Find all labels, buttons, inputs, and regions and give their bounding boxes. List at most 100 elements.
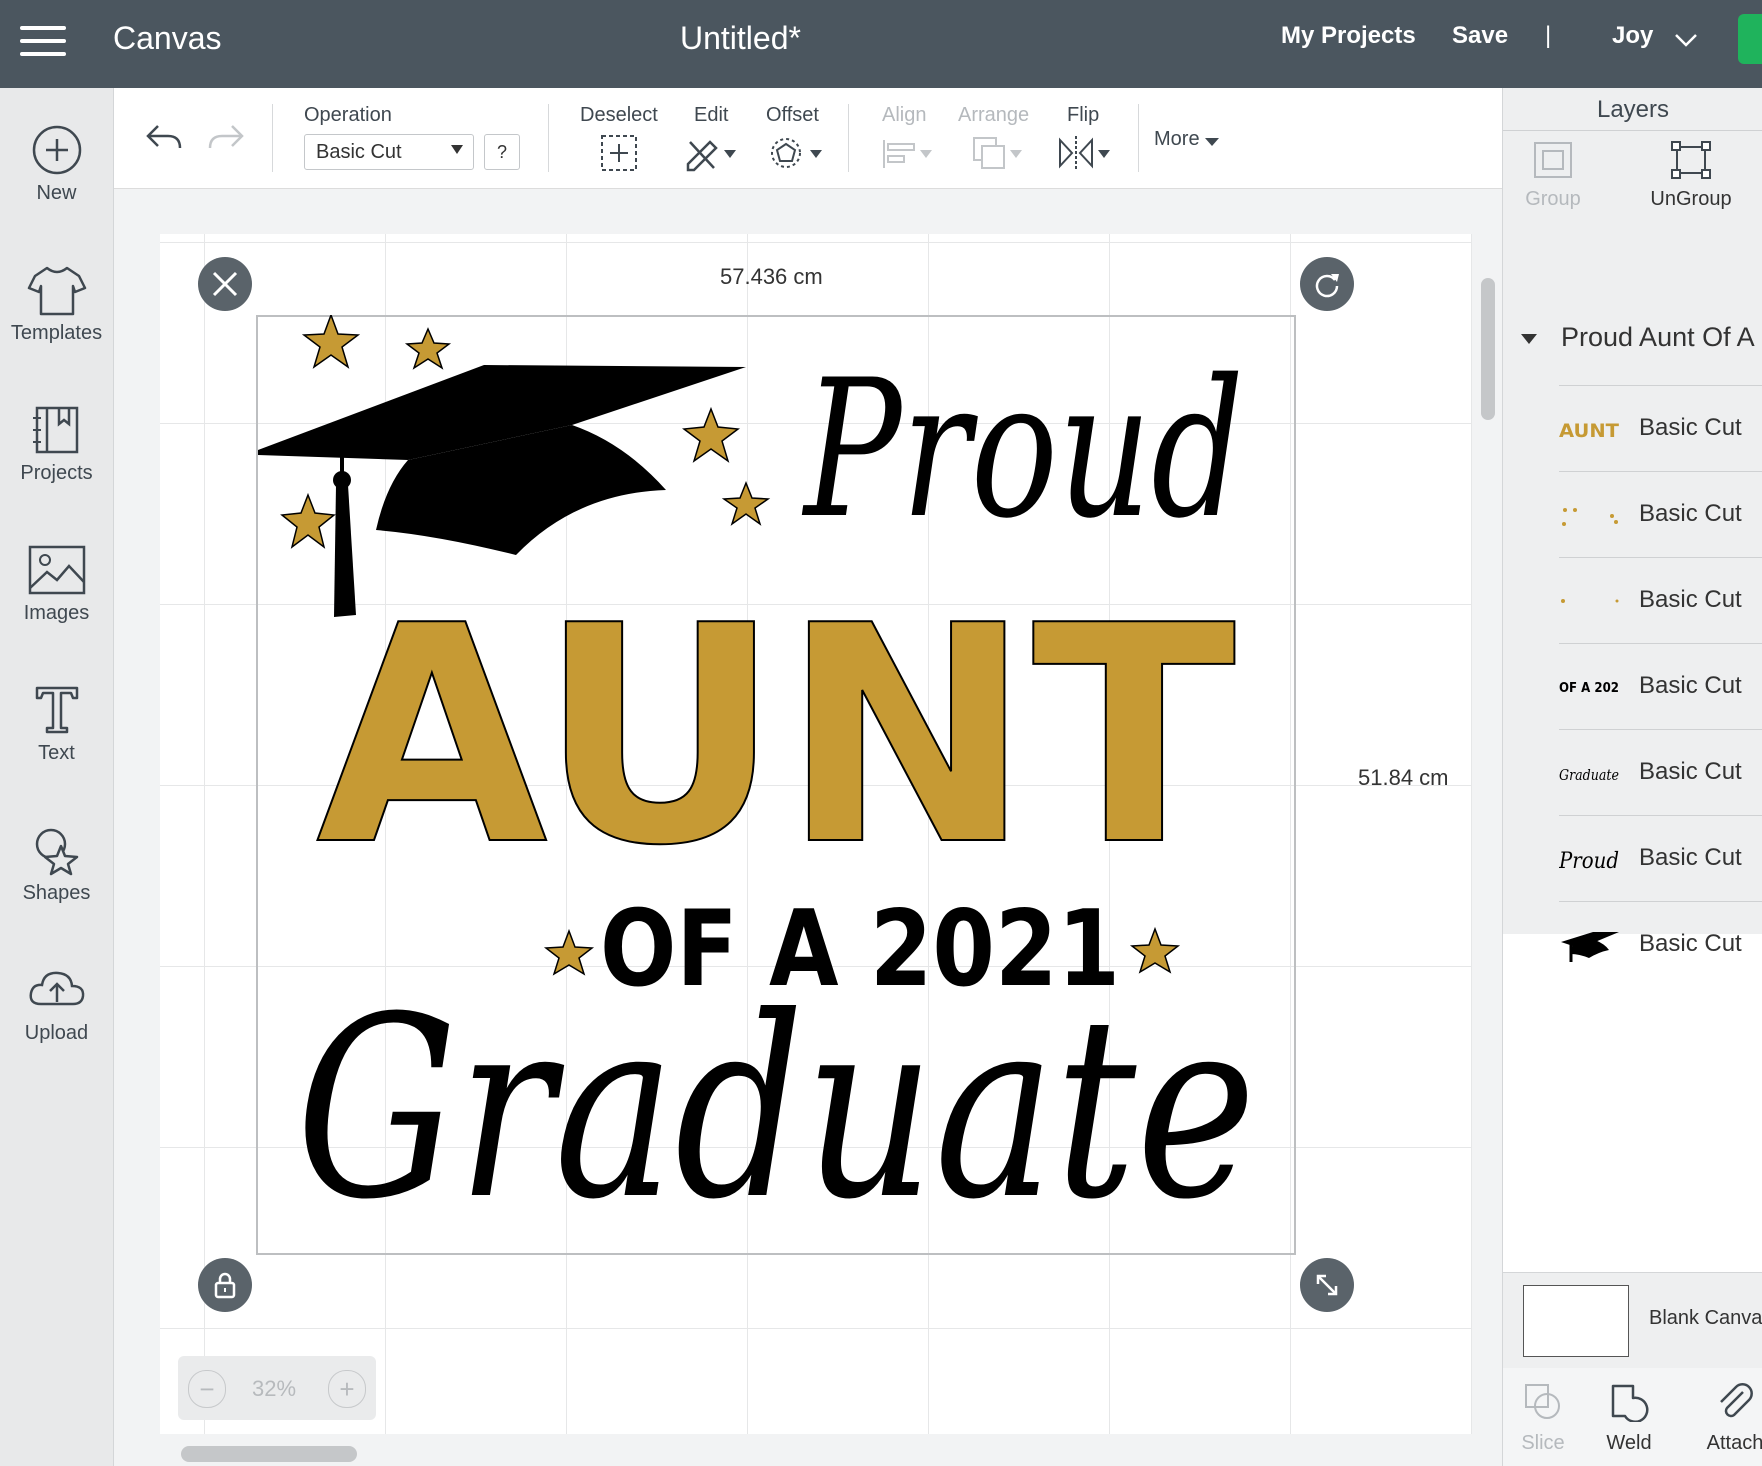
group-button[interactable]: Group (1521, 140, 1585, 211)
layer-thumbnail (1562, 508, 1618, 526)
make-it-button[interactable] (1738, 14, 1762, 64)
resize-icon (1316, 1274, 1338, 1296)
edit-tools-icon[interactable] (684, 134, 738, 172)
cloud-upload-icon (28, 971, 84, 1006)
app-name: Canvas (113, 20, 222, 56)
chevron-down-icon[interactable] (1674, 32, 1698, 48)
layer-item[interactable]: Graduate Basic Cut (1559, 729, 1762, 816)
layer-group[interactable]: Proud Aunt Of A AUNT Basic Cut Basic Cut… (1503, 304, 1762, 962)
horizontal-scrollbar[interactable] (181, 1446, 357, 1462)
weld-label: Weld (1606, 1432, 1652, 1454)
sidebar-item-label: Images (23, 602, 90, 624)
hamburger-menu-icon[interactable] (20, 26, 66, 56)
deselect-icon[interactable] (600, 134, 638, 172)
sidebar-item-shapes[interactable]: Shapes (0, 824, 113, 905)
layer-item[interactable]: Basic Cut (1559, 471, 1762, 558)
layer-thumbnail: Graduate (1559, 766, 1619, 784)
blank-canvas-swatch[interactable] (1523, 1285, 1629, 1357)
layer-item[interactable]: AUNT Basic Cut (1559, 385, 1762, 472)
help-button[interactable]: ? (484, 134, 520, 170)
layer-thumbnail: AUNT (1559, 420, 1619, 442)
undo-icon[interactable] (144, 120, 184, 154)
blank-canvas-row[interactable]: Blank Canva (1503, 1272, 1762, 1369)
delete-handle[interactable] (198, 257, 252, 311)
ungroup-label: UnGroup (1650, 188, 1732, 210)
star (404, 327, 452, 370)
arrange-label: Arrange (958, 104, 1030, 126)
zoom-control: − 32% + (178, 1356, 376, 1420)
layer-name: Basic Cut (1639, 672, 1742, 699)
layer-actions: Slice Weld Attach (1503, 1368, 1762, 1466)
flip-label: Flip (1067, 104, 1100, 126)
more-menu[interactable]: More (1154, 128, 1200, 151)
layer-name: Basic Cut (1639, 500, 1742, 527)
star (280, 492, 336, 549)
top-ruler (160, 189, 1472, 235)
sidebar-item-images[interactable]: Images (0, 544, 113, 625)
sidebar-item-projects[interactable]: Projects (0, 404, 113, 485)
toolbar-divider (1138, 104, 1139, 172)
layer-item[interactable]: Basic Cut (1559, 901, 1762, 988)
resize-handle[interactable] (1300, 1258, 1354, 1312)
layer-group-name: Proud Aunt Of A (1561, 322, 1755, 352)
user-name[interactable]: Joy (1612, 22, 1653, 50)
lock-icon (214, 1272, 236, 1299)
layers-header: Layers Group UnGroup (1503, 88, 1762, 305)
sidebar-item-new[interactable]: New (0, 124, 113, 205)
width-dimension: 57.436 cm (720, 264, 823, 289)
sidebar-item-label: Templates (10, 322, 103, 344)
toolbar-divider (548, 104, 549, 172)
operation-select[interactable]: Basic Cut (304, 134, 474, 170)
close-icon (212, 271, 238, 297)
arrange-icon[interactable] (970, 134, 1026, 172)
ungroup-icon (1671, 141, 1711, 179)
slice-button[interactable]: Slice (1517, 1382, 1569, 1455)
layer-name: Basic Cut (1639, 414, 1742, 441)
align-icon[interactable] (880, 138, 936, 170)
dropdown-arrow-icon (451, 145, 463, 154)
svg-text:Proud: Proud (1559, 849, 1619, 874)
layer-name: Basic Cut (1639, 586, 1742, 613)
topbar-divider: | (1545, 22, 1552, 49)
zoom-out-button[interactable]: − (188, 1370, 226, 1408)
collapse-caret-icon[interactable] (1521, 334, 1537, 344)
offset-icon[interactable] (768, 134, 824, 172)
art-word-aunt: AUNT (316, 562, 1238, 911)
group-icon (1534, 142, 1572, 178)
text-icon (35, 686, 78, 734)
sidebar-item-label: Shapes (22, 882, 91, 904)
sidebar-item-templates[interactable]: Templates (0, 264, 113, 345)
sidebar-item-text[interactable]: Text (0, 684, 113, 765)
rotate-handle[interactable] (1300, 257, 1354, 311)
dropdown-arrow-icon[interactable] (1204, 136, 1220, 148)
svg-text:AUNT: AUNT (1559, 420, 1619, 442)
vertical-scrollbar[interactable] (1481, 278, 1495, 420)
layer-thumbnail (1561, 599, 1619, 603)
layer-item[interactable]: Proud Basic Cut (1559, 815, 1762, 902)
redo-icon[interactable] (206, 120, 246, 154)
ungroup-button[interactable]: UnGroup (1647, 140, 1735, 211)
design-artwork[interactable]: Proud AUNT OF A 2021 Graduate (256, 315, 1296, 1255)
document-title[interactable]: Untitled* (680, 20, 801, 57)
edit-label: Edit (694, 104, 729, 126)
weld-icon (1611, 1384, 1649, 1422)
sidebar-item-upload[interactable]: Upload (0, 964, 113, 1045)
operation-label: Operation (304, 104, 392, 126)
flip-icon[interactable] (1056, 134, 1114, 172)
left-sidebar: New Templates Projects Images Text Shape… (0, 88, 114, 1466)
tshirt-icon (27, 266, 86, 316)
paperclip-icon (1720, 1383, 1753, 1418)
attach-button[interactable]: Attach (1705, 1382, 1762, 1455)
lock-handle[interactable] (198, 1258, 252, 1312)
save-button[interactable]: Save (1452, 22, 1508, 50)
zoom-in-button[interactable]: + (328, 1370, 366, 1408)
toolbar-divider (272, 104, 273, 172)
star (721, 480, 771, 526)
svg-text:Graduate: Graduate (1559, 766, 1619, 784)
star (301, 315, 361, 369)
art-word-graduate: Graduate (296, 963, 1256, 1254)
my-projects-link[interactable]: My Projects (1281, 22, 1416, 50)
weld-button[interactable]: Weld (1603, 1382, 1655, 1455)
layer-item[interactable]: OF A 202 Basic Cut (1559, 643, 1762, 730)
layer-item[interactable]: Basic Cut (1559, 557, 1762, 644)
